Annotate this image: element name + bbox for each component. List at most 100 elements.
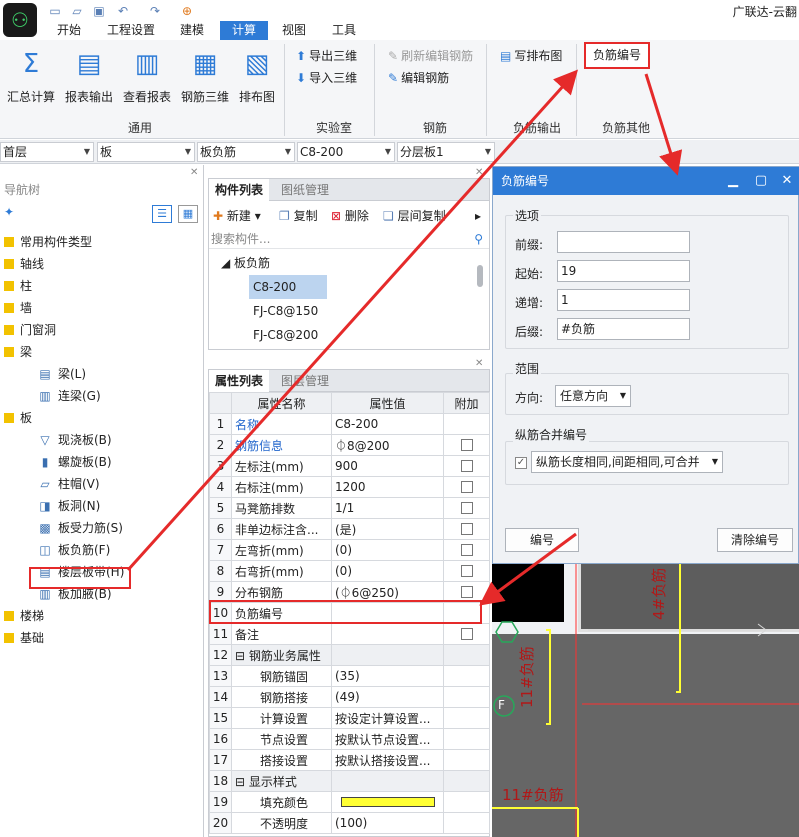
nav-item[interactable]: 墙 [0, 297, 204, 319]
extra-checkbox[interactable] [460, 544, 473, 556]
copy-between-floors-button[interactable]: ❏ 层间复制 [383, 205, 446, 227]
edit-rebar-button[interactable]: ✎ 编辑钢筋 [388, 68, 449, 88]
nav-item[interactable]: 基础 [0, 627, 204, 649]
open-file-icon[interactable]: ▱ [70, 4, 84, 18]
menu-calc[interactable]: 计算 [220, 21, 268, 40]
extra-checkbox[interactable] [460, 565, 473, 577]
nav-item[interactable]: ▥ 连梁(G) [0, 385, 204, 407]
property-value[interactable] [331, 791, 444, 813]
save-icon[interactable]: ▣ [92, 4, 106, 18]
layout-drawing-button[interactable]: ▧ 排布图 [236, 48, 278, 118]
layer-select[interactable]: 分层板1 ▼ [397, 142, 495, 162]
delete-button[interactable]: ⊠ 删除 [331, 205, 369, 227]
add-icon[interactable]: ⊕ [180, 4, 194, 18]
property-value[interactable]: (0) [331, 560, 444, 582]
table-row[interactable]: 16 节点设置 按默认节点设置... [209, 728, 490, 750]
nav-item[interactable]: 梁 [0, 341, 204, 363]
property-value[interactable] [331, 770, 444, 792]
merge-select[interactable]: 纵筋长度相同,间距相同,可合并 ▼ [531, 451, 723, 473]
table-row[interactable]: 17 搭接设置 按默认搭接设置... [209, 749, 490, 771]
minimize-icon[interactable]: ▁ [719, 167, 747, 195]
menu-modeling[interactable]: 建模 [171, 21, 213, 40]
extra-checkbox[interactable] [460, 523, 473, 535]
tab-layer-management[interactable]: 图层管理 [275, 370, 335, 392]
scrollbar-thumb[interactable] [477, 265, 483, 287]
close-icon[interactable]: ✕ [475, 167, 483, 178]
property-value[interactable]: 1200 [331, 476, 444, 498]
nav-item[interactable]: 轴线 [0, 253, 204, 275]
property-value[interactable]: C8-200 [331, 413, 444, 435]
copy-button[interactable]: ❐ 复制 [279, 205, 318, 227]
tab-component-list[interactable]: 构件列表 [209, 179, 270, 201]
nav-item[interactable]: ▱ 柱帽(V) [0, 473, 204, 495]
table-row[interactable]: 14 钢筋搭接 (49) [209, 686, 490, 708]
extra-checkbox[interactable] [460, 481, 473, 493]
component-group[interactable]: ◢ 板负筋 [217, 251, 270, 275]
nav-item[interactable]: ▤ 梁(L) [0, 363, 204, 385]
collapse-icon[interactable]: ⊟ [235, 775, 249, 789]
close-icon[interactable]: ✕ [773, 167, 799, 195]
nav-item[interactable]: 板 [0, 407, 204, 429]
collapse-icon[interactable]: ⊟ [235, 649, 249, 663]
view-report-button[interactable]: ▥ 查看报表 [120, 48, 174, 118]
new-file-icon[interactable]: ▭ [48, 4, 62, 18]
prefix-input[interactable] [557, 231, 690, 253]
drawing-canvas[interactable]: F 4#负筋 11#负筋 11#负筋 [492, 564, 799, 837]
report-output-button[interactable]: ▤ 报表输出 [62, 48, 116, 118]
menu-start[interactable]: 开始 [48, 21, 90, 40]
export-3d-button[interactable]: ⬆ 导出三维 [296, 46, 357, 66]
menu-project-settings[interactable]: 工程设置 [99, 21, 163, 40]
direction-select[interactable]: 任意方向 ▼ [555, 385, 631, 407]
table-row[interactable]: 3 左标注(mm) 900 [209, 455, 490, 477]
clear-number-button[interactable]: 清除编号 [717, 528, 793, 552]
nav-item[interactable]: 门窗洞 [0, 319, 204, 341]
component-item[interactable]: FJ-C8@150 [249, 299, 318, 323]
menu-view[interactable]: 视图 [274, 21, 314, 40]
close-icon[interactable]: ✕ [475, 358, 483, 369]
property-value[interactable] [331, 623, 444, 645]
nav-item[interactable]: 常用构件类型 [0, 231, 204, 253]
property-value[interactable]: (100) [331, 812, 444, 834]
table-row[interactable]: 11 备注 [209, 623, 490, 645]
table-row[interactable]: 19 填充颜色 [209, 791, 490, 813]
floor-select[interactable]: 首层 ▼ [0, 142, 94, 162]
table-row[interactable]: 13 钢筋锚固 (35) [209, 665, 490, 687]
property-value[interactable] [331, 644, 444, 666]
property-value[interactable]: (49) [331, 686, 444, 708]
merge-checkbox[interactable]: ✓ [515, 457, 527, 469]
component-type-select[interactable]: 板负筋 ▼ [197, 142, 295, 162]
property-value[interactable]: (0) [331, 539, 444, 561]
table-row[interactable]: 5 马凳筋排数 1/1 [209, 497, 490, 519]
extra-checkbox[interactable] [460, 460, 473, 472]
component-select[interactable]: C8-200 ▼ [297, 142, 395, 162]
nav-item[interactable]: 柱 [0, 275, 204, 297]
property-value[interactable]: 按默认搭接设置... [331, 749, 444, 771]
table-row[interactable]: 2 钢筋信息 ⏀8@200 [209, 434, 490, 456]
menu-tools[interactable]: 工具 [324, 21, 364, 40]
extra-checkbox[interactable] [460, 502, 473, 514]
maximize-icon[interactable]: ▢ [747, 167, 775, 195]
step-input[interactable]: 1 [557, 289, 690, 311]
nav-item[interactable]: ◨ 板洞(N) [0, 495, 204, 517]
table-row[interactable]: 8 右弯折(mm) (0) [209, 560, 490, 582]
table-row[interactable]: 1 名称 C8-200 [209, 413, 490, 435]
property-value[interactable]: 按设定计算设置... [331, 707, 444, 729]
nav-item[interactable]: ▽ 现浇板(B) [0, 429, 204, 451]
negative-rebar-number-button[interactable]: 负筋编号 [584, 42, 650, 69]
more-icon[interactable]: ▸ [475, 205, 481, 227]
rebar-3d-button[interactable]: ▦ 钢筋三维 [178, 48, 232, 118]
tab-property-list[interactable]: 属性列表 [209, 370, 270, 392]
undo-icon[interactable]: ↶ [116, 4, 130, 18]
property-value[interactable]: 1/1 [331, 497, 444, 519]
close-icon[interactable]: ✕ [190, 167, 198, 178]
color-swatch[interactable] [341, 797, 435, 807]
table-row[interactable]: 15 计算设置 按设定计算设置... [209, 707, 490, 729]
sparkle-icon[interactable]: ✦ [4, 205, 14, 219]
component-item[interactable]: FJ-C8@200 [249, 323, 318, 347]
import-3d-button[interactable]: ⬇ 导入三维 [296, 68, 357, 88]
table-row[interactable]: 20 不透明度 (100) [209, 812, 490, 834]
extra-checkbox[interactable] [460, 628, 473, 640]
redo-icon[interactable]: ↷ [148, 4, 162, 18]
property-value[interactable]: (是) [331, 518, 444, 540]
grid-view-icon[interactable]: ▦ [178, 205, 198, 223]
